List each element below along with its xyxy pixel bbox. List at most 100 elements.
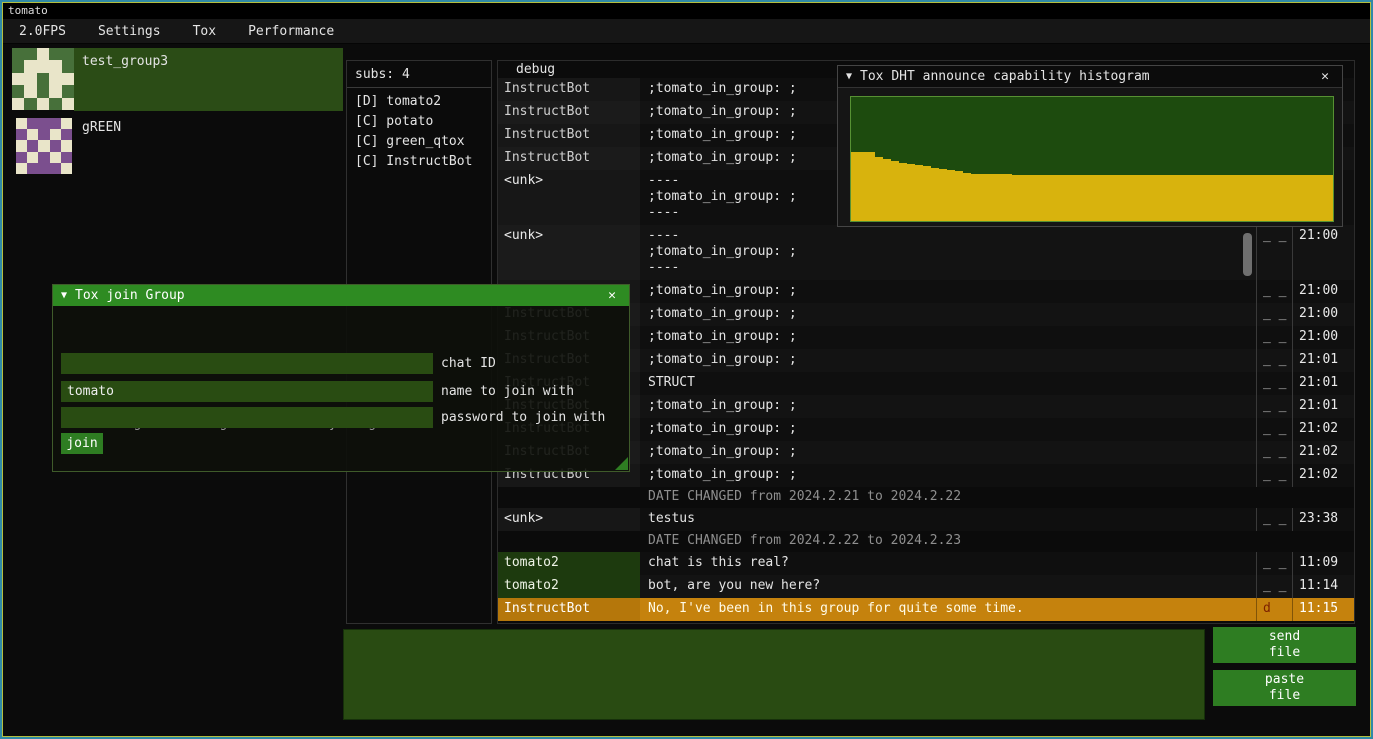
chat-message: testus [640,508,1256,531]
chat-sender: tomato2 [498,552,640,575]
chat-flags: _ _ [1256,225,1292,280]
chat-message: bot, are you new here? [640,575,1256,598]
send-file-label-line2: file [1269,645,1300,661]
histogram-bar [1220,175,1228,221]
chat-row[interactable]: <unk>----;tomato_in_group: ;----_ _21:00 [498,225,1354,280]
members-header: subs: 4 [347,61,491,85]
chat-id-input[interactable] [61,353,433,374]
histogram-bar [996,174,1004,221]
group-avatar-icon [12,48,74,110]
join-name-input[interactable] [61,381,433,402]
chat-flags: _ _ [1256,508,1292,531]
histogram-bar [1301,175,1309,221]
close-icon[interactable]: ✕ [1316,69,1334,84]
chat-sender: tomato2 [498,575,640,598]
chat-message: ;tomato_in_group: ; [640,418,1256,441]
chat-timestamp: 21:01 [1292,349,1354,372]
menu-tox[interactable]: Tox [184,21,225,42]
chat-message: ;tomato_in_group: ; [640,349,1256,372]
collapse-arrow-icon[interactable]: ▼ [846,71,852,82]
histogram-bar [1156,175,1164,221]
histogram-bar [931,168,939,221]
histogram-window-titlebar[interactable]: ▼ Tox DHT announce capability histogram … [838,66,1342,88]
chat-row[interactable]: InstructBotNo, I've been in this group f… [498,598,1354,621]
message-input[interactable] [343,629,1205,720]
chat-row[interactable]: tomato2bot, are you new here?_ _11:14 [498,575,1354,598]
chat-flags: _ _ [1256,418,1292,441]
histogram-bar [1020,175,1028,221]
chat-sender: InstructBot [498,101,640,124]
chat-message: STRUCT [640,372,1256,395]
menu-bar: 2.0FPS Settings Tox Performance [2,19,1371,44]
histogram-bar [988,174,996,221]
member-item[interactable]: [C] potato [347,112,491,132]
fps-indicator: 2.0FPS [10,21,75,42]
member-item[interactable]: [D] tomato2 [347,92,491,112]
histogram-bar [1060,175,1068,221]
chat-id-label: chat ID [441,356,496,371]
histogram-bar [1148,175,1156,221]
chat-message: ;tomato_in_group: ; [640,303,1256,326]
histogram-bar [1204,175,1212,221]
histogram-bar [1253,175,1261,221]
chat-sender: InstructBot [498,124,640,147]
histogram-bar [875,157,883,221]
group-row-gREEN[interactable]: gREEN [2,116,343,176]
group-avatar-icon [16,118,72,174]
chat-flags: _ _ [1256,303,1292,326]
chat-row[interactable]: <unk>testus_ _23:38 [498,508,1354,531]
histogram-bar [891,161,899,221]
send-file-button[interactable]: send file [1213,627,1356,663]
member-item[interactable]: [C] green_qtox [347,132,491,152]
close-icon[interactable]: ✕ [603,288,621,303]
chat-message: No, I've been in this group for quite so… [640,598,1256,621]
histogram-bar [1076,175,1084,221]
histogram-bar [1004,174,1012,221]
histogram-bar [1068,175,1076,221]
histogram-window-title: Tox DHT announce capability histogram [860,69,1316,84]
paste-file-button[interactable]: paste file [1213,670,1356,706]
menu-performance[interactable]: Performance [239,21,343,42]
chat-message: ;tomato_in_group: ; [640,395,1256,418]
separator [347,87,491,88]
chat-message: ;tomato_in_group: ; [640,326,1256,349]
join-dialog-titlebar[interactable]: ▼ Tox join Group ✕ [53,285,629,306]
chat-sender: InstructBot [498,598,640,621]
histogram-bar [1261,175,1269,221]
histogram-bar [1092,175,1100,221]
paste-file-label-line2: file [1269,688,1300,704]
chat-timestamp: 11:09 [1292,552,1354,575]
join-password-input[interactable] [61,407,433,428]
group-name: test_group3 [82,54,168,69]
chat-timestamp: 21:02 [1292,441,1354,464]
histogram-bar [1180,175,1188,221]
histogram-bar [1124,175,1132,221]
resize-grip[interactable] [615,457,628,470]
chat-date-row: DATE CHANGED from 2024.2.22 to 2024.2.23 [498,531,1354,552]
window-titlebar[interactable]: tomato [2,2,1371,19]
member-item[interactable]: [C] InstructBot [347,152,491,172]
menu-settings[interactable]: Settings [89,21,170,42]
join-button[interactable]: join [61,433,103,454]
chat-timestamp: 21:01 [1292,395,1354,418]
histogram-bar [947,170,955,221]
chat-message: ;tomato_in_group: ; [640,464,1256,487]
join-dialog-title: Tox join Group [75,288,603,303]
chat-timestamp: 11:15 [1292,598,1354,621]
histogram-bar [1196,175,1204,221]
chat-date-row: DATE CHANGED from 2024.2.21 to 2024.2.22 [498,487,1354,508]
histogram-bar [867,152,875,221]
chat-message: chat is this real? [640,552,1256,575]
chat-row[interactable]: tomato2chat is this real?_ _11:09 [498,552,1354,575]
histogram-bar [1084,175,1092,221]
chat-flags: _ _ [1256,575,1292,598]
histogram-window: ▼ Tox DHT announce capability histogram … [837,65,1343,227]
histogram-bar [1012,175,1020,221]
join-password-label: password to join with [441,410,605,425]
chat-sender: InstructBot [498,147,640,170]
group-row-test_group3[interactable]: test_group3 [2,48,343,111]
collapse-arrow-icon[interactable]: ▼ [61,290,67,301]
histogram-bar [923,166,931,221]
chat-scrollbar-thumb[interactable] [1243,233,1252,276]
histogram-bar [1317,175,1325,221]
